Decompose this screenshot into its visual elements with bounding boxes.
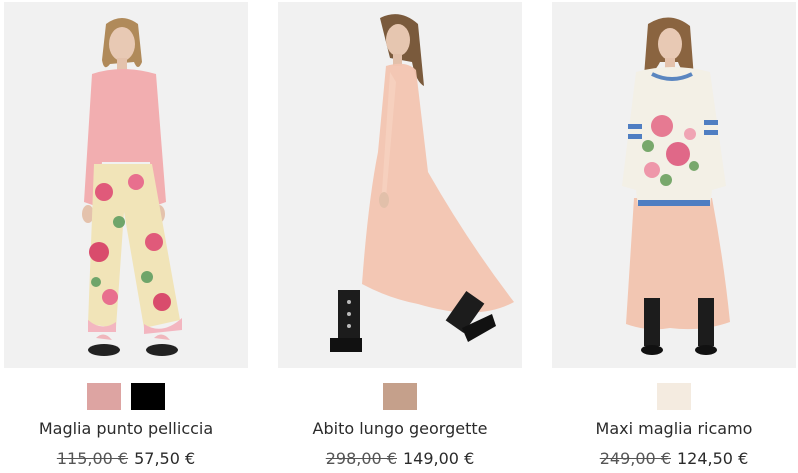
sale-price-1: 57,50 €	[134, 449, 196, 468]
color-swatches-3	[552, 383, 796, 410]
color-swatches-1	[4, 383, 248, 410]
product-image-2[interactable]	[278, 2, 522, 368]
old-price-2: 298,00 €	[325, 449, 397, 468]
product-card-3[interactable]: Maxi maglia ricamo 249,00 € 124,50 €	[552, 0, 796, 473]
old-price-3: 249,00 €	[599, 449, 671, 468]
product-image-1[interactable]	[4, 2, 248, 368]
swatch-pink[interactable]	[87, 383, 121, 410]
swatch-cream[interactable]	[657, 383, 691, 410]
product-name-1[interactable]: Maglia punto pelliccia	[4, 419, 248, 438]
color-swatches-2	[278, 383, 522, 410]
swatch-black[interactable]	[131, 383, 165, 410]
product-name-2[interactable]: Abito lungo georgette	[278, 419, 522, 438]
sale-price-2: 149,00 €	[403, 449, 475, 468]
product-card-2[interactable]: Abito lungo georgette 298,00 € 149,00 €	[278, 0, 522, 473]
product-image-3[interactable]	[552, 2, 796, 368]
swatch-nude[interactable]	[383, 383, 417, 410]
product-card-1[interactable]: Maglia punto pelliccia 115,00 € 57,50 €	[4, 0, 248, 473]
product-name-3[interactable]: Maxi maglia ricamo	[552, 419, 796, 438]
product-price-1: 115,00 € 57,50 €	[4, 449, 248, 468]
sale-price-3: 124,50 €	[677, 449, 749, 468]
old-price-1: 115,00 €	[56, 449, 129, 468]
product-price-2: 298,00 € 149,00 €	[278, 449, 522, 468]
product-price-3: 249,00 € 124,50 €	[552, 449, 796, 468]
